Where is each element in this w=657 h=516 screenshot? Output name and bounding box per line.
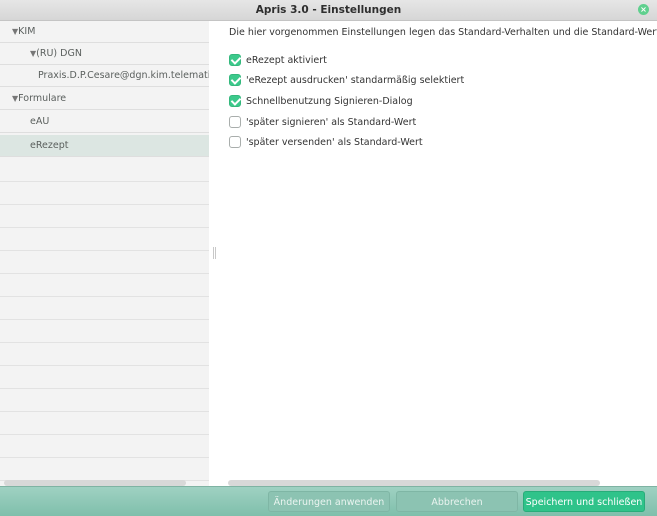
window-title: Apris 3.0 - Einstellungen bbox=[255, 4, 402, 16]
tree-item-eau[interactable]: eAU bbox=[0, 111, 209, 133]
save-and-close-button[interactable]: Speichern und schließen bbox=[523, 491, 645, 512]
apply-changes-button[interactable]: Änderungen anwenden bbox=[268, 491, 390, 512]
option-spaeter-versenden[interactable]: 'später versenden' als Standard-Wert bbox=[229, 135, 423, 149]
empty-row bbox=[0, 412, 209, 435]
checkbox-checked[interactable] bbox=[229, 95, 241, 107]
option-label: eRezept aktiviert bbox=[246, 54, 327, 66]
empty-row bbox=[0, 297, 209, 320]
tree-item-label: eRezept bbox=[30, 140, 69, 151]
settings-tree: ▼KIM ▼(RU) DGN Praxis.D.P.Cesare@dgn.kim… bbox=[0, 21, 209, 486]
checkbox-checked[interactable] bbox=[229, 54, 241, 66]
splitter-grip-icon[interactable] bbox=[213, 247, 216, 259]
tree-item-label: Formulare bbox=[18, 93, 67, 104]
option-schnellbenutzung[interactable]: Schnellbenutzung Signieren-Dialog bbox=[229, 94, 413, 108]
checkbox-unchecked[interactable] bbox=[229, 136, 241, 148]
cancel-button[interactable]: Abbrechen bbox=[396, 491, 518, 512]
pane-splitter[interactable] bbox=[209, 21, 218, 486]
empty-row bbox=[0, 435, 209, 458]
empty-row bbox=[0, 320, 209, 343]
empty-row bbox=[0, 343, 209, 366]
empty-row bbox=[0, 205, 209, 228]
option-label: 'eRezept ausdrucken' standarmäßig selekt… bbox=[246, 74, 465, 86]
option-label: 'später signieren' als Standard-Wert bbox=[246, 116, 417, 128]
empty-row bbox=[0, 182, 209, 205]
empty-row bbox=[0, 228, 209, 251]
tree-item-kim[interactable]: ▼KIM bbox=[0, 21, 209, 43]
option-spaeter-signieren[interactable]: 'später signieren' als Standard-Wert bbox=[229, 115, 416, 129]
tree-item-label: eAU bbox=[30, 116, 50, 127]
empty-row bbox=[0, 251, 209, 274]
option-label: Schnellbenutzung Signieren-Dialog bbox=[246, 95, 413, 107]
tree-item-label: (RU) DGN bbox=[36, 48, 82, 59]
checkbox-checked[interactable] bbox=[229, 74, 241, 86]
tree-item-ru-dgn[interactable]: ▼(RU) DGN bbox=[0, 43, 209, 65]
tree-item-label: KIM bbox=[18, 26, 36, 37]
empty-row bbox=[0, 389, 209, 412]
settings-content: Die hier vorgenommen Einstellungen legen… bbox=[218, 21, 657, 486]
option-label: 'später versenden' als Standard-Wert bbox=[246, 136, 423, 148]
title-bar: Apris 3.0 - Einstellungen × bbox=[0, 0, 657, 21]
settings-description: Die hier vorgenommen Einstellungen legen… bbox=[229, 27, 657, 38]
option-erezept-ausdrucken[interactable]: 'eRezept ausdrucken' standarmäßig selekt… bbox=[229, 73, 464, 87]
close-icon[interactable]: × bbox=[638, 4, 649, 15]
empty-row bbox=[0, 159, 209, 182]
tree-item-formulare[interactable]: ▼Formulare bbox=[0, 88, 209, 110]
empty-row bbox=[0, 274, 209, 297]
empty-row bbox=[0, 366, 209, 389]
checkbox-unchecked[interactable] bbox=[229, 116, 241, 128]
option-erezept-aktiviert[interactable]: eRezept aktiviert bbox=[229, 53, 327, 67]
dialog-footer: Änderungen anwenden Abbrechen Speichern … bbox=[0, 486, 657, 516]
tree-item-kim-account[interactable]: Praxis.D.P.Cesare@dgn.kim.telematik-te bbox=[0, 65, 209, 87]
tree-item-erezept[interactable]: eRezept bbox=[0, 135, 209, 157]
empty-row bbox=[0, 458, 209, 481]
tree-item-label: Praxis.D.P.Cesare@dgn.kim.telematik-te bbox=[38, 70, 209, 81]
